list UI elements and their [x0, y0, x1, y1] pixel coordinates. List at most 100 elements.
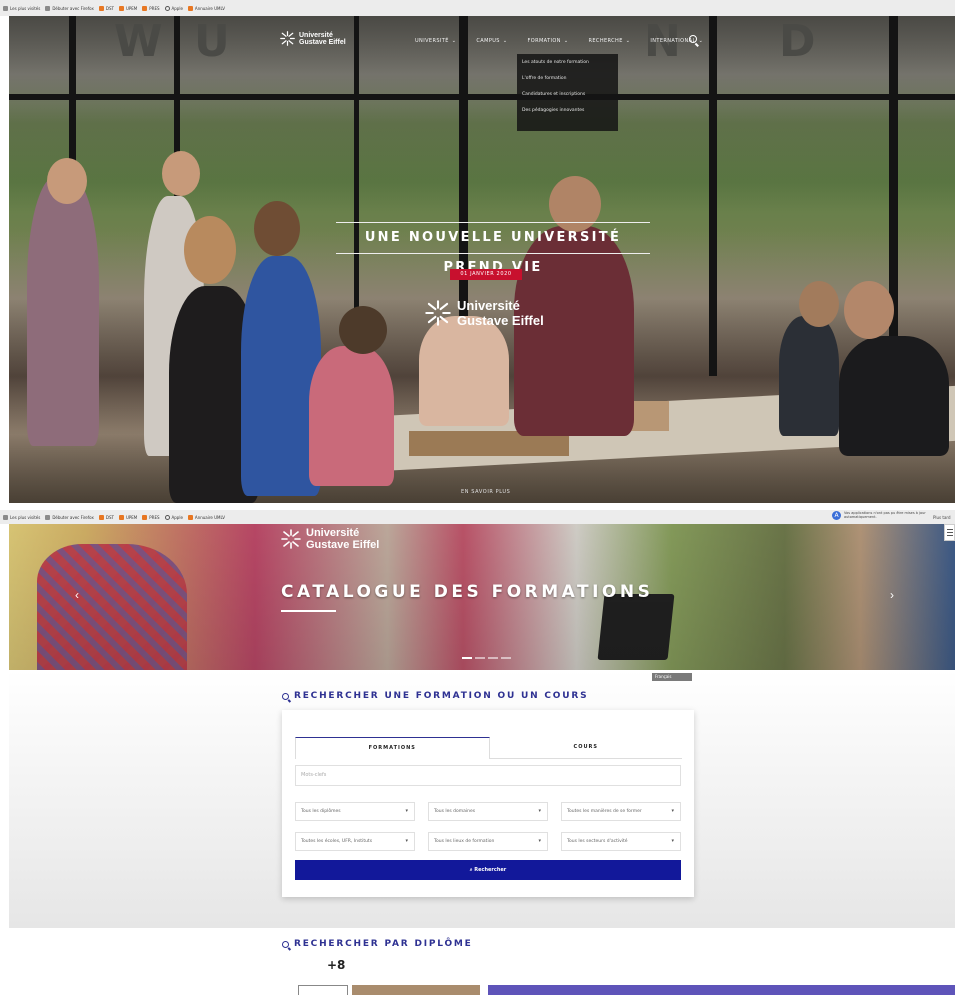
nav-item-campus[interactable]: CAMPUS ⌄ — [476, 38, 507, 44]
dropdown-item[interactable]: Des pédagogies innovantes — [522, 108, 613, 124]
firefox-icon — [45, 514, 51, 520]
diplome-card[interactable] — [352, 985, 480, 995]
diplome-count: +8 — [327, 958, 346, 972]
select-secteurs[interactable]: Tous les secteurs d'activité ▾ — [561, 832, 681, 851]
carousel-next-icon[interactable]: › — [890, 588, 894, 602]
student-head — [799, 281, 839, 327]
search-icon — [282, 692, 289, 700]
ugE-logo-icon — [425, 300, 451, 326]
student-head — [339, 306, 387, 354]
select-ecoles[interactable]: Toutes les écoles, UFR, Instituts ▾ — [295, 832, 415, 851]
chevron-down-icon: ⌄ — [625, 38, 631, 44]
search-icon[interactable] — [689, 35, 697, 43]
bookmarks-bar: Les plus visités Débuter avec Firefox DS… — [0, 510, 955, 524]
search-tabs: FORMATIONS COURS — [295, 737, 682, 759]
update-icon: A — [832, 511, 841, 520]
carousel-dot[interactable] — [488, 657, 498, 659]
search-card: FORMATIONS COURS Mots-clefs Tous les dip… — [282, 710, 694, 897]
logo-line-2: Gustave Eiffel — [299, 38, 346, 46]
bookmark-item[interactable]: DST — [98, 514, 114, 520]
chevron-down-icon: ▾ — [405, 808, 408, 814]
ugE-logo-icon — [281, 529, 301, 549]
hero-logo: Université Gustave Eiffel — [425, 298, 544, 328]
catalogue-title: CATALOGUE DES FORMATIONS — [281, 582, 654, 602]
carousel-prev-icon[interactable]: ‹ — [75, 588, 79, 602]
window-frame — [9, 94, 955, 100]
gear-icon — [3, 514, 8, 520]
hero-logo-line-2: Gustave Eiffel — [457, 313, 544, 328]
separator — [0, 503, 955, 510]
carousel-dot[interactable] — [475, 657, 485, 659]
gear-icon — [3, 5, 8, 11]
search-button[interactable]: ⌕ Rechercher — [295, 860, 681, 880]
nav-item-universite[interactable]: UNIVERSITÉ ⌄ — [415, 38, 456, 44]
formation-dropdown: Les atouts de notre formation L'offre de… — [517, 54, 618, 131]
bookmark-item[interactable]: Apple — [164, 514, 183, 520]
bookmark-item[interactable]: UPEM — [118, 514, 137, 520]
screenshot-home: Les plus visités Débuter avec Firefox DS… — [0, 0, 955, 503]
carousel-dot[interactable] — [501, 657, 511, 659]
dropdown-item[interactable]: Candidatures et inscriptions — [522, 92, 613, 108]
chevron-down-icon: ▾ — [671, 838, 674, 844]
diplome-card[interactable] — [298, 985, 348, 995]
bookmark-item[interactable]: PRES — [142, 514, 160, 520]
student — [419, 316, 509, 426]
chevron-down-icon: ▾ — [671, 808, 674, 814]
tab-cours[interactable]: COURS — [489, 737, 682, 759]
chevron-down-icon: ▾ — [538, 838, 541, 844]
nav-item-formation[interactable]: FORMATION ⌄ — [527, 38, 568, 44]
bookmark-item[interactable]: Apple — [164, 5, 183, 11]
bookmark-icon — [98, 514, 104, 520]
notification-text: Vos applications n'ont pas pu être mises… — [844, 511, 926, 519]
chevron-down-icon: ▾ — [538, 808, 541, 814]
student-head — [184, 216, 236, 284]
dropdown-item[interactable]: Les atouts de notre formation — [522, 60, 613, 76]
logo-line-2: Gustave Eiffel — [306, 539, 380, 551]
select-domaines[interactable]: Tous les domaines ▾ — [428, 802, 548, 821]
bookmark-item[interactable]: PRES — [142, 5, 160, 11]
main-nav: Université Gustave Eiffel UNIVERSITÉ ⌄ CA… — [9, 16, 955, 66]
bookmark-item[interactable]: Annuaire UMLV — [187, 514, 225, 520]
student — [779, 316, 839, 436]
chevron-down-icon: ⌄ — [451, 38, 457, 44]
site-logo[interactable]: Université Gustave Eiffel — [280, 31, 346, 46]
menu-icon[interactable] — [944, 524, 955, 541]
keyword-input[interactable]: Mots-clefs — [295, 765, 681, 786]
select-manieres[interactable]: Toutes les manières de se former ▾ — [561, 802, 681, 821]
chevron-down-icon: ⌄ — [502, 38, 508, 44]
bookmark-icon — [187, 514, 193, 520]
apple-icon — [164, 5, 170, 11]
chevron-down-icon: ⌄ — [563, 38, 569, 44]
bookmark-item[interactable]: Les plus visités — [3, 514, 40, 520]
learn-more-link[interactable]: EN SAVOIR PLUS — [461, 489, 510, 495]
language-selector[interactable]: Français — [652, 673, 692, 681]
carousel-dot[interactable] — [462, 657, 472, 659]
diplome-card[interactable] — [488, 985, 955, 995]
bookmark-item[interactable]: DST — [98, 5, 114, 11]
bookmark-item[interactable]: Débuter avec Firefox — [45, 514, 94, 520]
ugE-logo-icon — [280, 31, 295, 46]
nav-item-recherche[interactable]: RECHERCHE ⌄ — [589, 38, 631, 44]
later-button[interactable]: Plus tard — [933, 515, 951, 520]
apple-icon — [164, 514, 170, 520]
bookmark-icon — [142, 5, 148, 11]
update-notification[interactable]: A Vos applications n'ont pas pu être mis… — [832, 511, 927, 525]
select-diplomes[interactable]: Tous les diplômes ▾ — [295, 802, 415, 821]
bookmark-item[interactable]: Débuter avec Firefox — [45, 5, 94, 11]
student — [309, 346, 394, 486]
bookmark-icon — [118, 5, 124, 11]
site-logo[interactable]: Université Gustave Eiffel — [281, 527, 379, 551]
date-badge: 01 JANVIER 2020 — [450, 269, 522, 280]
student — [27, 176, 99, 446]
tab-formations[interactable]: FORMATIONS — [295, 737, 490, 759]
select-lieux[interactable]: Tous les lieux de formation ▾ — [428, 832, 548, 851]
bookmark-item[interactable]: UPEM — [118, 5, 137, 11]
nav-menu: UNIVERSITÉ ⌄ CAMPUS ⌄ FORMATION ⌄ RECHERCHE… — [415, 38, 703, 44]
student-head — [844, 281, 894, 339]
dropdown-item[interactable]: L'offre de formation — [522, 76, 613, 92]
student-head — [162, 151, 200, 196]
bookmark-item[interactable]: Annuaire UMLV — [187, 5, 225, 11]
bookmarks-bar: Les plus visités Débuter avec Firefox DS… — [0, 0, 955, 16]
bookmark-item[interactable]: Les plus visités — [3, 5, 40, 11]
hero-title: UNE NOUVELLE UNIVERSITÉ PREND VIE — [336, 222, 650, 275]
